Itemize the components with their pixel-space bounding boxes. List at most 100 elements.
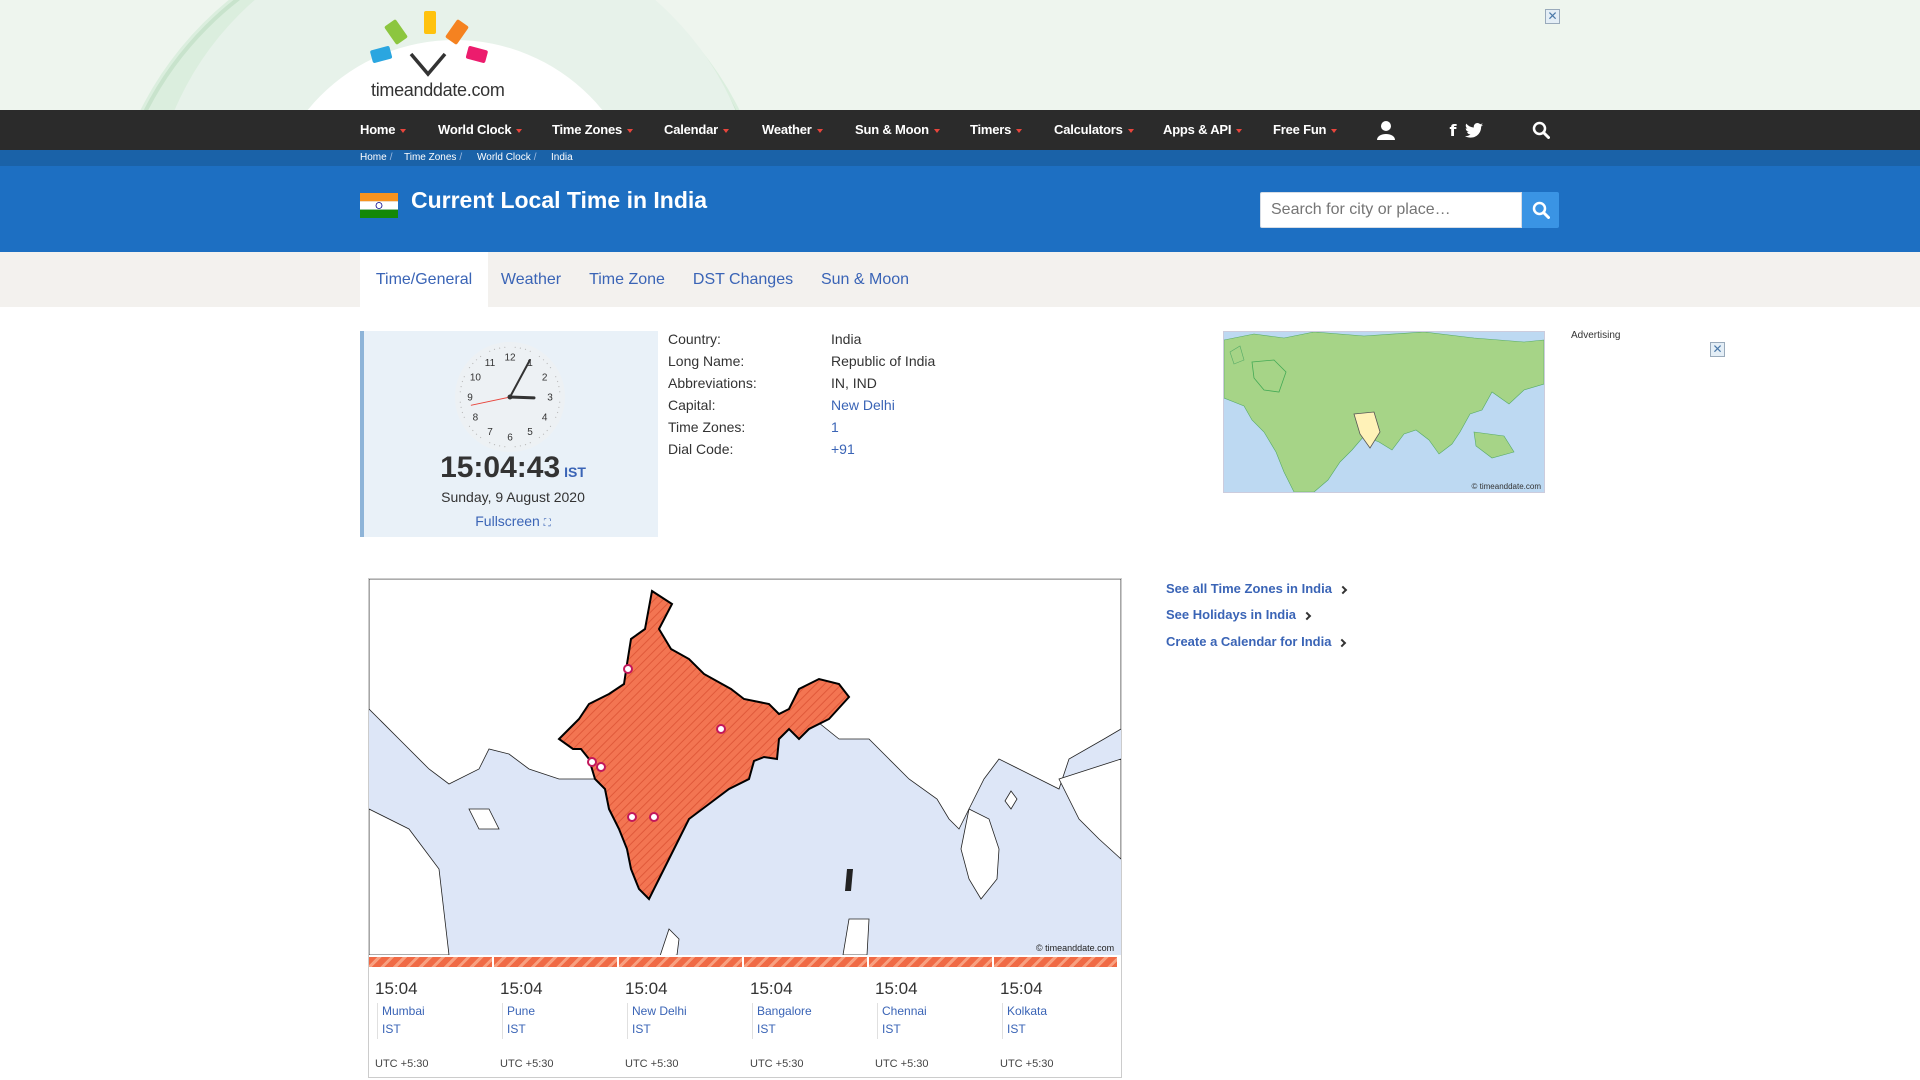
tab-weather[interactable]: Weather — [488, 252, 574, 307]
caret-down-icon — [933, 128, 940, 133]
clock-tick — [557, 380, 559, 383]
link-all-time-zones[interactable]: See all Time Zones in India — [1166, 581, 1348, 596]
city-time: 15:04 — [875, 979, 918, 998]
analog-clock: 12 1234567891011 — [455, 342, 565, 452]
divider — [627, 1003, 628, 1039]
india-map[interactable] — [369, 579, 1121, 955]
city-tz[interactable]: IST — [882, 1022, 901, 1036]
city-marker-kolkata[interactable] — [716, 724, 726, 734]
caret-down-icon — [1127, 128, 1134, 133]
nav-item-calculators[interactable]: Calculators — [1054, 110, 1134, 150]
city-card-mumbai[interactable]: 15:04 Mumbai IST UTC +5:30 — [369, 957, 494, 1077]
city-card-kolkata[interactable]: 15:04 Kolkata IST UTC +5:30 — [994, 957, 1119, 1077]
tab-dst-changes[interactable]: DST Changes — [680, 252, 806, 307]
clock-numeral: 5 — [527, 427, 533, 438]
city-name[interactable]: New Delhi — [632, 1004, 687, 1018]
clock-tick — [504, 446, 506, 448]
banner-decoration — [140, 0, 740, 110]
clock-tick — [546, 429, 548, 432]
city-card-pune[interactable]: 15:04 Pune IST UTC +5:30 — [494, 957, 619, 1077]
link-holidays[interactable]: See Holidays in India — [1166, 607, 1312, 622]
nav-label: Calculators — [1054, 122, 1123, 137]
city-utc-offset: UTC +5:30 — [1000, 1058, 1054, 1070]
breadcrumb-india[interactable]: India — [551, 152, 573, 163]
nav-label: Time Zones — [552, 122, 623, 137]
close-icon[interactable]: ✕ — [1545, 9, 1560, 24]
clock-tick — [461, 411, 463, 414]
capital-link[interactable]: New Delhi — [831, 397, 895, 413]
nav-item-time-zones[interactable]: Time Zones — [552, 110, 634, 150]
timezone-abbr[interactable]: IST — [564, 464, 586, 480]
clock-tick — [460, 386, 462, 388]
clock-tick — [459, 401, 461, 403]
twitter-icon[interactable] — [1463, 110, 1485, 150]
time-zones-link[interactable]: 1 — [831, 419, 839, 435]
site-logo[interactable]: timeanddate.com — [365, 8, 545, 103]
facebook-icon[interactable]: f — [1446, 110, 1460, 150]
fullscreen-label: Fullscreen — [475, 513, 540, 529]
clock-tick — [504, 346, 506, 348]
clock-numeral: 11 — [485, 358, 496, 369]
nav-item-timers[interactable]: Timers — [970, 110, 1023, 150]
user-icon[interactable] — [1372, 110, 1400, 150]
nav-item-apps-api[interactable]: Apps & API — [1163, 110, 1243, 150]
divider — [377, 1003, 378, 1039]
caret-down-icon — [516, 128, 523, 133]
nav-item-calendar[interactable]: Calendar — [664, 110, 730, 150]
breadcrumb-label: Home — [360, 152, 387, 163]
city-marker-chennai[interactable] — [649, 812, 659, 822]
caret-down-icon — [1016, 128, 1023, 133]
link-create-calendar[interactable]: Create a Calendar for India — [1166, 634, 1347, 649]
fullscreen-link[interactable]: Fullscreen ⛶ — [364, 513, 662, 529]
city-tz[interactable]: IST — [382, 1022, 401, 1036]
clock-numeral: 12 — [504, 353, 516, 364]
caret-down-icon — [723, 128, 730, 133]
city-name[interactable]: Mumbai — [382, 1004, 425, 1018]
nav-item-world-clock[interactable]: World Clock — [438, 110, 523, 150]
nav-label: Sun & Moon — [855, 122, 929, 137]
city-tz[interactable]: IST — [632, 1022, 651, 1036]
nav-item-sun-moon[interactable]: Sun & Moon — [855, 110, 940, 150]
city-card-new-delhi[interactable]: 15:04 New Delhi IST UTC +5:30 — [619, 957, 744, 1077]
tab-time-general[interactable]: Time/General — [360, 252, 488, 307]
search-icon[interactable] — [1529, 110, 1553, 150]
search-button[interactable] — [1522, 192, 1559, 228]
city-name[interactable]: Chennai — [882, 1004, 927, 1018]
city-tz[interactable]: IST — [757, 1022, 776, 1036]
dial-code-link[interactable]: +91 — [831, 441, 855, 457]
close-icon[interactable]: ✕ — [1710, 342, 1725, 357]
nav-label: Free Fun — [1273, 122, 1327, 137]
city-card-chennai[interactable]: 15:04 Chennai IST UTC +5:30 — [869, 957, 994, 1077]
clock-tick — [519, 347, 521, 349]
city-utc-offset: UTC +5:30 — [875, 1058, 929, 1070]
nav-label: World Clock — [438, 122, 512, 137]
city-name[interactable]: Kolkata — [1007, 1004, 1047, 1018]
breadcrumb-world-clock[interactable]: World Clock / — [477, 152, 537, 163]
timezone-stripe — [869, 957, 992, 967]
nav-item-home[interactable]: Home — [360, 110, 407, 150]
nav-label: Apps & API — [1163, 122, 1232, 137]
clock-tick — [472, 429, 474, 432]
city-marker-pune[interactable] — [596, 762, 606, 772]
city-tz[interactable]: IST — [507, 1022, 526, 1036]
timezone-stripe — [369, 957, 492, 967]
info-label: Time Zones: — [668, 419, 746, 435]
tab-sun-moon[interactable]: Sun & Moon — [808, 252, 922, 307]
city-name[interactable]: Pune — [507, 1004, 535, 1018]
nav-item-free-fun[interactable]: Free Fun — [1273, 110, 1338, 150]
city-marker-mumbai[interactable] — [587, 757, 597, 767]
city-marker-new-delhi[interactable] — [623, 664, 633, 674]
breadcrumb-time-zones[interactable]: Time Zones / — [404, 152, 462, 163]
city-name[interactable]: Bangalore — [757, 1004, 812, 1018]
breadcrumb-home[interactable]: Home / — [360, 152, 392, 163]
city-card-bangalore[interactable]: 15:04 Bangalore IST UTC +5:30 — [744, 957, 869, 1077]
nav-item-weather[interactable]: Weather — [762, 110, 823, 150]
city-marker-bangalore[interactable] — [627, 812, 637, 822]
city-tz[interactable]: IST — [1007, 1022, 1026, 1036]
search-input[interactable] — [1260, 192, 1522, 228]
clock-tick — [538, 436, 540, 439]
clock-tick — [549, 367, 552, 369]
map-copyright: © timeanddate.com — [1471, 482, 1541, 491]
tab-time-zone[interactable]: Time Zone — [576, 252, 678, 307]
world-locator-map[interactable]: © timeanddate.com — [1223, 331, 1545, 493]
